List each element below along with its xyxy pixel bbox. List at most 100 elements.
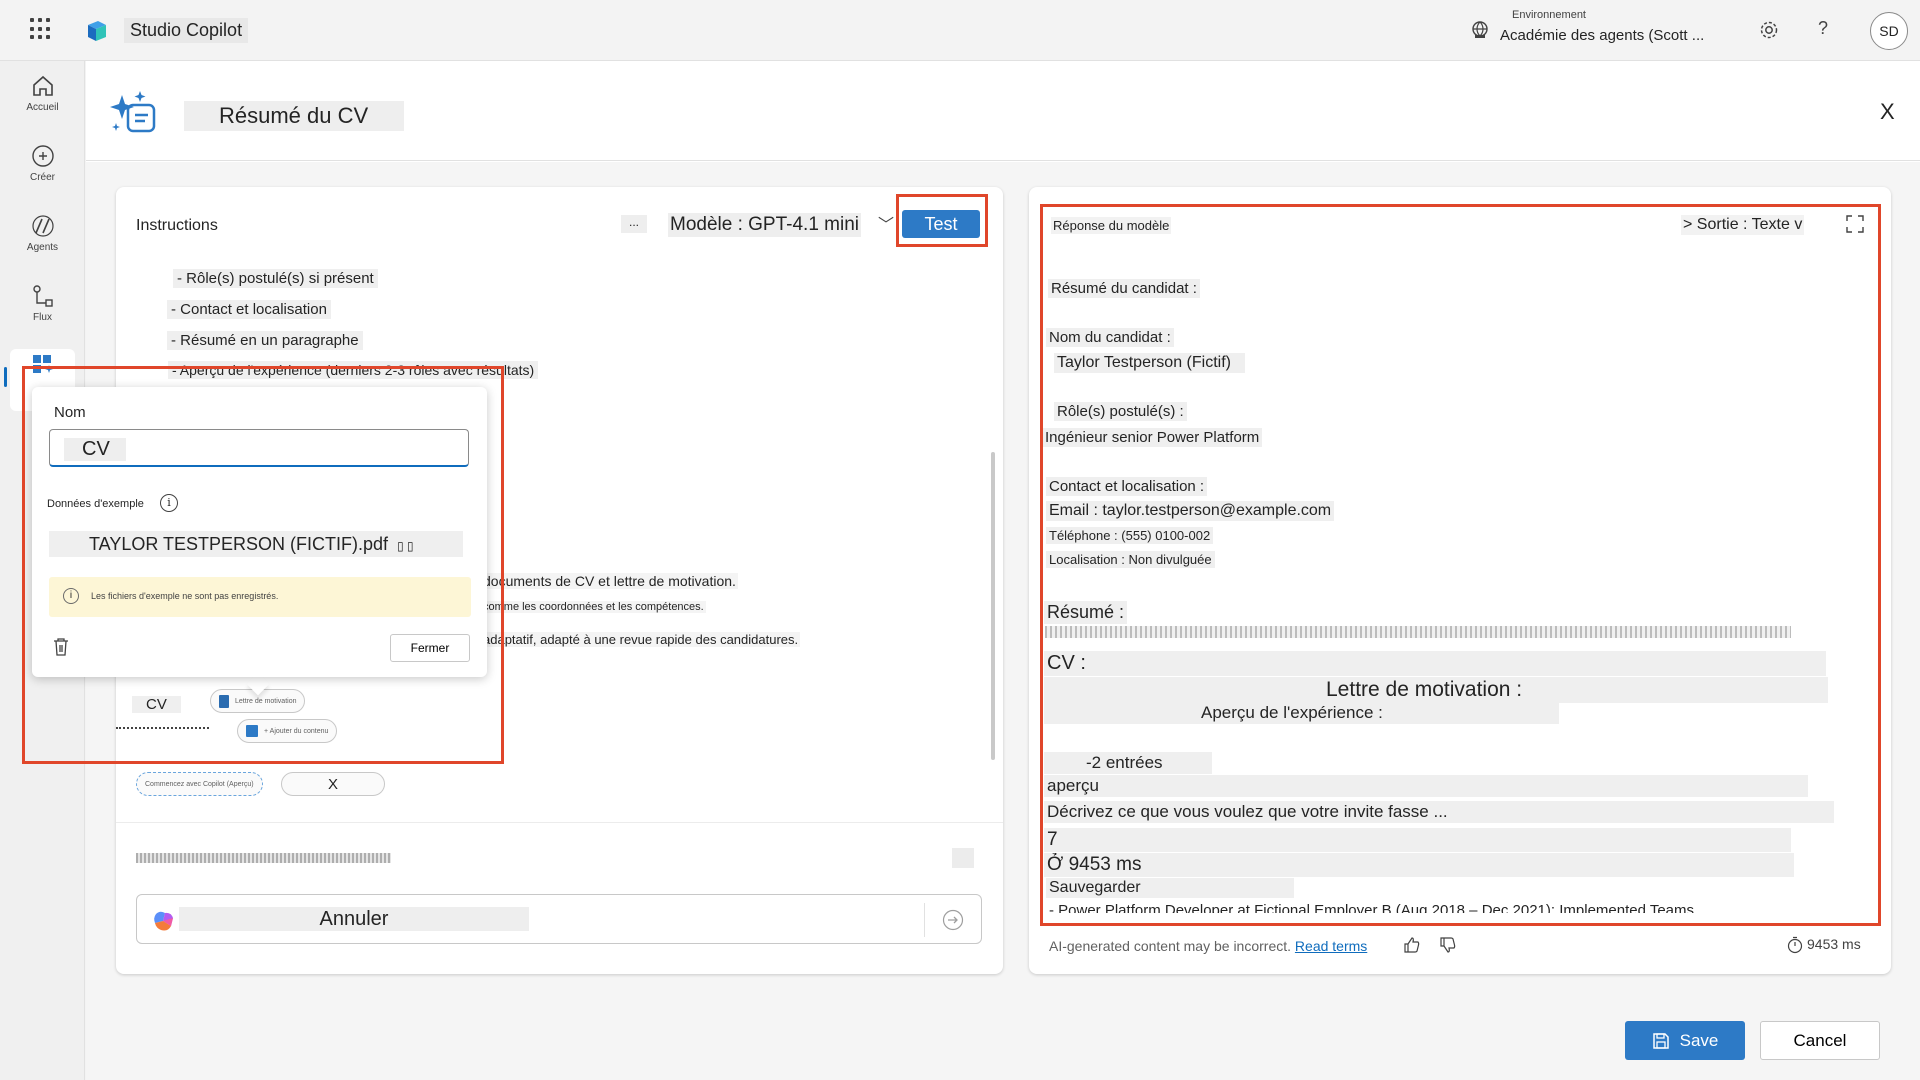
garbled-text-line [1045, 626, 1791, 638]
help-icon[interactable]: ? [1818, 18, 1828, 39]
plus-circle-icon [31, 145, 54, 167]
document-icon [219, 694, 229, 708]
response-line: Résumé du candidat : [1048, 279, 1200, 298]
input-settings-popover: Nom CV Données d'exemple i TAYLOR TESTPE… [32, 387, 487, 677]
nav-item-create[interactable]: Créer [0, 143, 85, 183]
faint-helper-text [136, 853, 391, 863]
name-input[interactable]: CV [49, 429, 469, 467]
tools-icon [32, 355, 53, 373]
instruction-line[interactable]: documents de CV et lettre de motivation. [481, 573, 738, 589]
thumbs-up-icon[interactable] [1403, 936, 1421, 954]
settings-gear-icon[interactable] [1758, 19, 1780, 41]
app-launcher-icon[interactable] [30, 18, 52, 40]
chip-label: Lettre de motivation [235, 697, 297, 705]
page-header: Résumé du CV X [86, 61, 1920, 161]
flow-icon [32, 285, 53, 307]
copilot-icon [154, 911, 173, 931]
response-line: Rôle(s) postulé(s) : [1054, 402, 1187, 421]
nav-label-home: Accueil [26, 102, 59, 113]
response-line: Décrivez ce que vous voulez que votre in… [1044, 801, 1834, 823]
timer-icon [1787, 936, 1803, 954]
response-line: CV : [1044, 651, 1826, 676]
save-button[interactable]: Save [1625, 1021, 1745, 1060]
output-format-selector[interactable]: > Sortie : Texte v [1681, 215, 1805, 235]
response-line: Taylor Testperson (Fictif) [1054, 353, 1245, 373]
faint-placeholder [952, 848, 974, 868]
send-arrow-icon[interactable] [942, 909, 964, 931]
input-name-label[interactable]: CV [132, 696, 181, 713]
app-title[interactable]: Studio Copilot [124, 18, 249, 43]
response-line: Ở 9453 ms [1044, 853, 1794, 877]
start-with-copilot-chip[interactable]: Commencez avec Copilot (Aperçu) [136, 772, 263, 796]
instruction-line[interactable]: - Contact et localisation [167, 300, 331, 319]
copilot-studio-logo [88, 21, 106, 41]
response-line: -2 entrées [1044, 752, 1212, 774]
instruction-line[interactable]: - Aperçu de l'expérience (derniers 2-3 r… [168, 361, 539, 379]
chevron-down-icon[interactable]: ﹀ [878, 211, 894, 235]
user-avatar[interactable]: SD [1870, 12, 1908, 50]
response-line: Résumé : [1044, 601, 1128, 624]
chip-label: Commencez avec Copilot (Aperçu) [145, 780, 254, 788]
name-input-value[interactable]: CV [64, 438, 126, 461]
ai-disclaimer: AI-generated content may be incorrect. R… [1049, 938, 1367, 954]
model-selector[interactable]: Modèle : GPT-4.1 mini [668, 213, 862, 237]
home-icon [32, 75, 53, 96]
more-options-button[interactable]: ... [621, 215, 647, 233]
environment-icon [1472, 21, 1488, 38]
response-line: Sauvegarder [1046, 878, 1294, 898]
response-line: Lettre de motivation : [1044, 677, 1828, 703]
nav-label-create: Créer [29, 172, 55, 183]
nav-item-tools[interactable] [0, 351, 85, 377]
agents-icon [31, 215, 54, 237]
response-line: Aperçu de l'expérience : [1044, 702, 1559, 724]
name-label: Nom [54, 404, 86, 421]
nav-label-agents: Agents [26, 242, 59, 253]
response-line: Contact et localisation : [1046, 477, 1208, 496]
x-chip[interactable]: X [281, 772, 385, 796]
environment-name[interactable]: Académie des agents (Scott ... [1500, 27, 1704, 44]
response-duration: 9453 ms [1807, 936, 1861, 952]
info-icon[interactable]: i [160, 494, 178, 512]
instruction-line[interactable]: comme les coordonnées et les compétences… [481, 601, 706, 613]
add-content-chip[interactable]: + Ajouter du contenu [237, 719, 338, 743]
sample-file-name: TAYLOR TESTPERSON (FICTIF).pdf [89, 534, 389, 554]
copilot-prompt-input[interactable]: Annuler [136, 894, 982, 944]
prompt-input-value[interactable]: Annuler [179, 907, 529, 931]
expand-icon[interactable] [1845, 214, 1865, 234]
response-line: Email : taylor.testperson@example.com [1046, 501, 1335, 521]
dotted-separator [116, 727, 209, 730]
instructions-scrollbar[interactable] [991, 452, 995, 760]
response-line: Téléphone : (555) 0100-002 [1046, 527, 1214, 544]
cancel-button[interactable]: Cancel [1760, 1021, 1880, 1060]
save-label: Save [1679, 1030, 1719, 1050]
chip-label: + Ajouter du contenu [264, 727, 329, 735]
close-page-button[interactable]: X [1880, 99, 1895, 125]
save-icon [1652, 1032, 1669, 1049]
instructions-title: Instructions [136, 217, 218, 234]
ai-disclaimer-text: AI-generated content may be incorrect. [1049, 938, 1292, 954]
test-button[interactable]: Test [902, 210, 980, 238]
prompt-sparkle-icon [110, 91, 156, 133]
divider [116, 822, 1003, 823]
page-title: Résumé du CV [184, 101, 405, 131]
warning-text: Les fichiers d'exemple ne sont pas enreg… [91, 591, 279, 601]
nav-item-home[interactable]: Accueil [0, 73, 85, 113]
nav-item-agents[interactable]: Agents [0, 213, 85, 253]
nav-item-flows[interactable]: Flux [0, 283, 85, 323]
trash-icon[interactable] [52, 637, 70, 657]
file-action-icons[interactable]: ▯ ▯ [397, 539, 414, 553]
close-popover-button[interactable]: Fermer [390, 634, 470, 662]
read-terms-link[interactable]: Read terms [1295, 938, 1367, 954]
warning-message: i Les fichiers d'exemple ne sont pas enr… [49, 577, 471, 617]
instruction-line[interactable]: adaptatif, adapté à une revue rapide des… [481, 632, 801, 647]
info-icon: i [63, 588, 79, 604]
sample-file[interactable]: TAYLOR TESTPERSON (FICTIF).pdf ▯ ▯ [49, 531, 463, 557]
thumbs-down-icon[interactable] [1439, 936, 1457, 954]
response-line: - Power Platform Developer at Fictional … [1049, 902, 1695, 913]
instruction-line[interactable]: - Rôle(s) postulé(s) si présent [173, 269, 378, 288]
model-response-panel: Réponse du modèle > Sortie : Texte v Rés… [1029, 187, 1891, 974]
environment-label: Environnement [1512, 9, 1586, 21]
response-line: Ingénieur senior Power Platform [1042, 428, 1263, 447]
instruction-line[interactable]: - Résumé en un paragraphe [167, 331, 363, 350]
top-bar: Studio Copilot Environnement Académie de… [0, 0, 1920, 61]
